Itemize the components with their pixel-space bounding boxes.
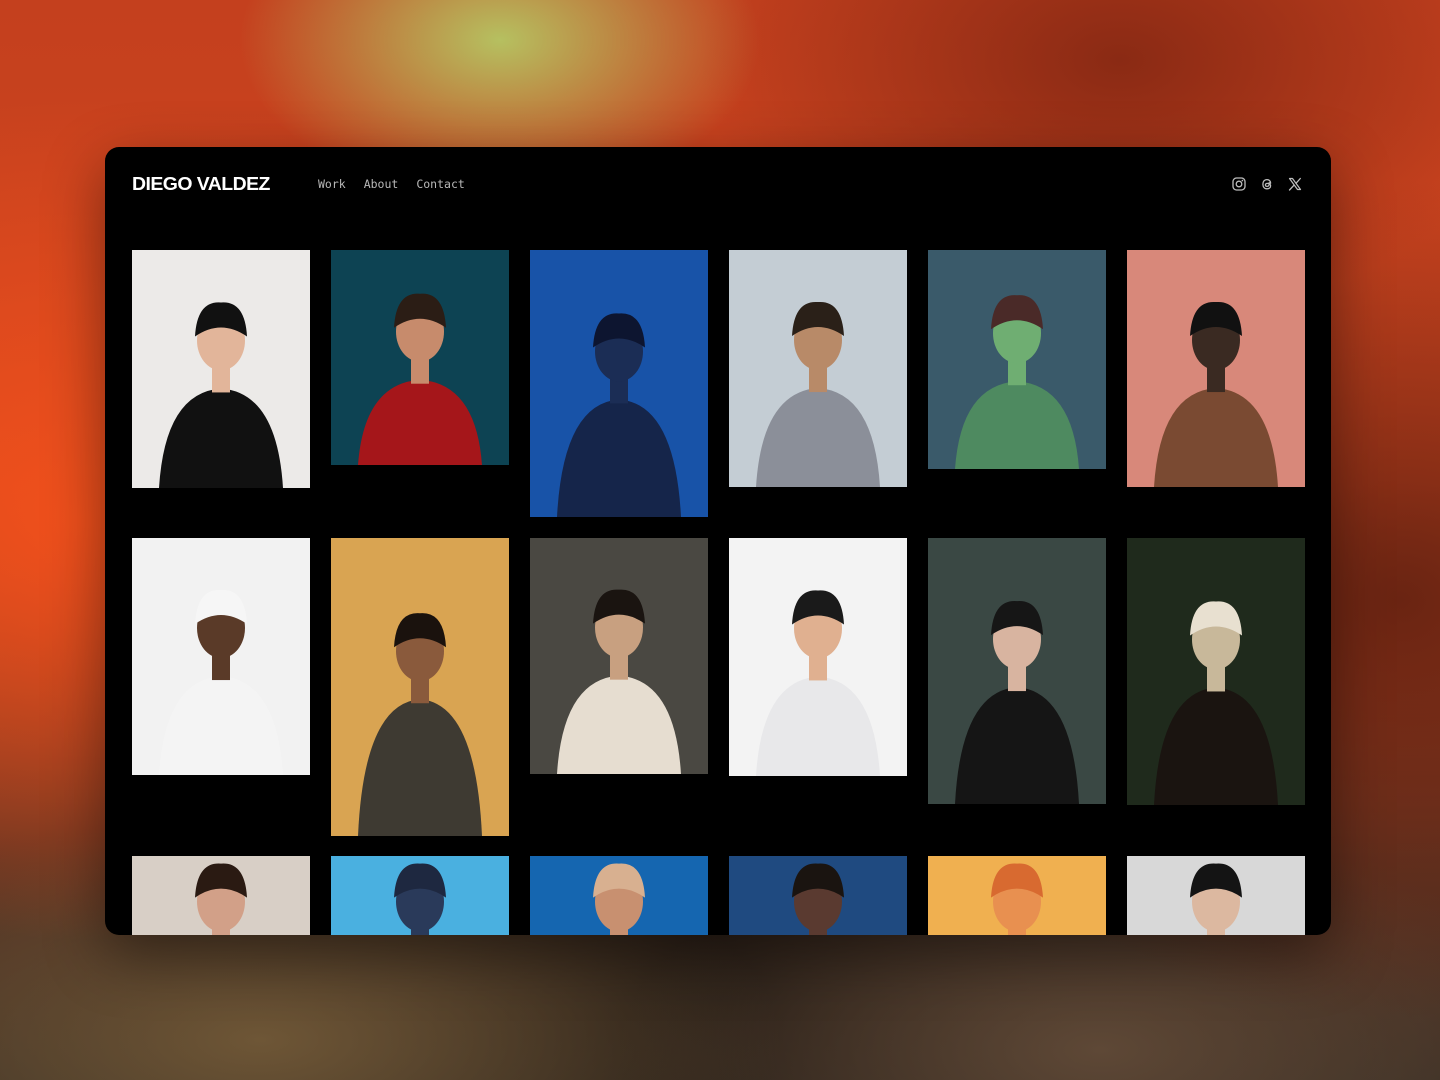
gallery-photo-portrait-woman-center-part[interactable] [132,856,310,935]
gallery-photo-woman-blue-dusk[interactable] [729,856,907,935]
gallery-photo-figure-hat-sky-blue[interactable] [331,856,509,935]
gallery-photo-woman-white-cape-shadow[interactable] [530,538,708,774]
site-logo[interactable]: DIEGO VALDEZ [132,174,270,195]
nav-link-contact[interactable]: Contact [416,177,464,191]
gallery-photo-woman-fur-chair-plants[interactable] [1127,538,1305,805]
gallery-photo-woman-black-feathers-crown[interactable] [928,538,1106,804]
gallery-photo-portrait-green-underwater[interactable] [928,250,1106,469]
gallery-photo-portrait-woman-blue-light[interactable] [530,250,708,517]
social-links [1231,176,1303,192]
gallery-photo-model-brown-coat-pink-wall[interactable] [1127,250,1305,487]
nav-link-work[interactable]: Work [318,177,346,191]
main-nav: Work About Contact [318,177,465,191]
x-icon[interactable] [1287,176,1303,192]
gallery-photo-portrait-woman-white-orchid[interactable] [132,250,310,488]
gallery-photo-man-dark-coat-yellow-arch[interactable] [331,538,509,836]
gallery-photo-man-white-hoodie-beanie[interactable] [132,538,310,775]
browser-window: DIEGO VALDEZ Work About Contact [105,147,1331,935]
gallery-photo-man-wet-hair-white-jacket[interactable] [729,538,907,776]
instagram-icon[interactable] [1231,176,1247,192]
threads-icon[interactable] [1259,176,1275,192]
gallery-photo-woman-orange-hair-yellow[interactable] [928,856,1106,935]
gallery-photo-man-red-jacket-blue-sky[interactable] [530,856,708,935]
gallery-photo-portrait-man-red-jacket-teal[interactable] [331,250,509,465]
gallery-photo-model-striped-shirt-red-pants[interactable] [729,250,907,487]
nav-link-about[interactable]: About [364,177,399,191]
gallery-photo-portrait-woman-grey-bg[interactable] [1127,856,1305,935]
